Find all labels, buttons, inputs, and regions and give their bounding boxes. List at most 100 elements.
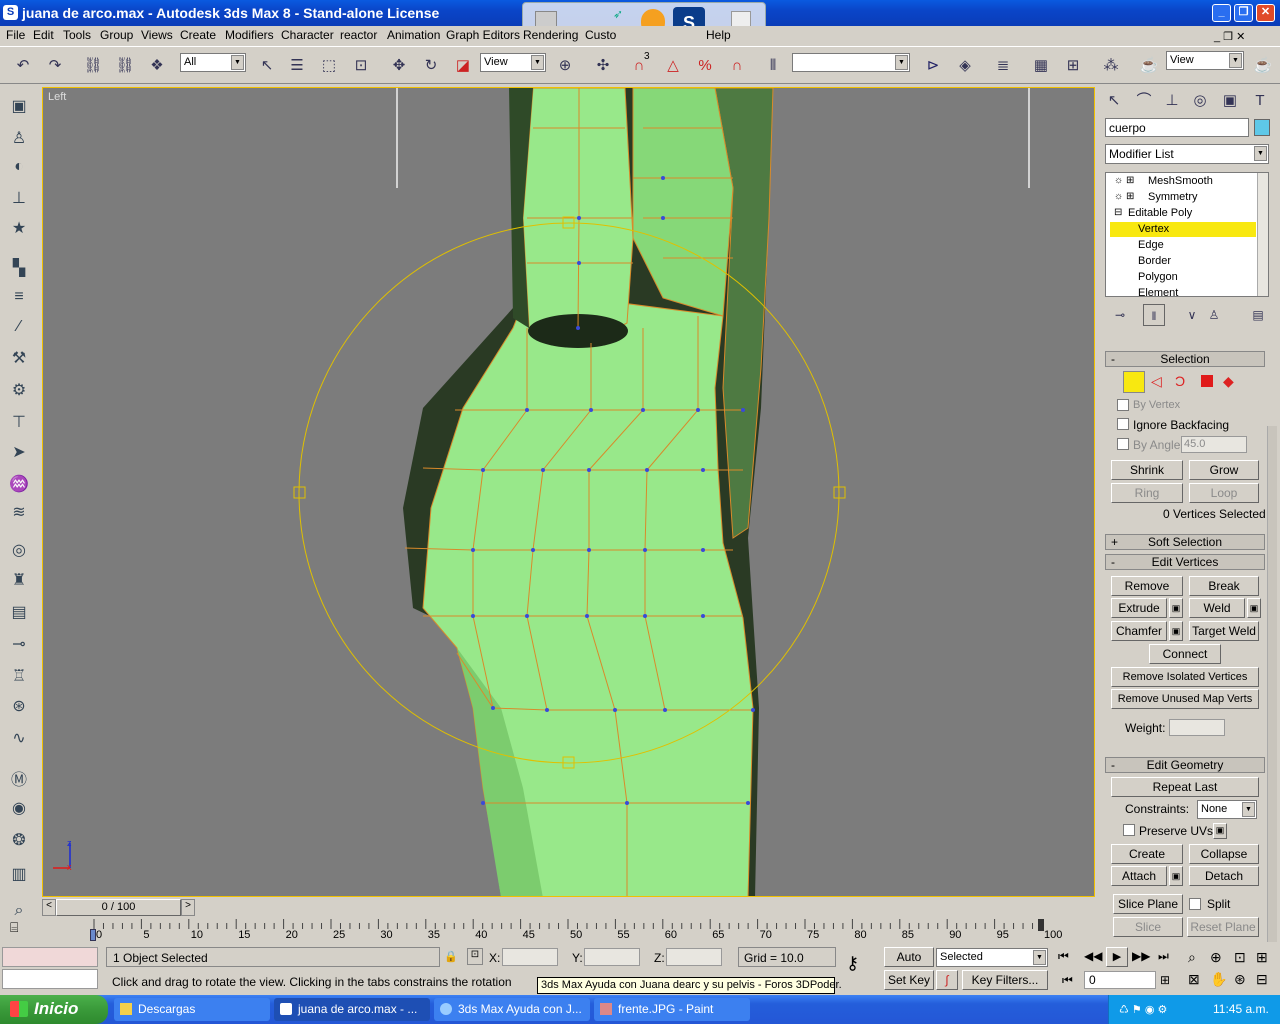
auto-key-button[interactable]: Auto Key xyxy=(884,947,934,982)
go-to-end-icon[interactable]: ⏭ xyxy=(1158,949,1169,964)
break-button[interactable]: Break xyxy=(1189,576,1259,596)
compass-icon[interactable]: ⊛ xyxy=(6,696,32,720)
mini-curve-editor-icon[interactable]: ⌸ xyxy=(10,919,34,939)
tray-icons[interactable]: ♺ ⚑ ◉ ⚙ xyxy=(1119,1003,1167,1016)
menu-modifiers[interactable]: Modifiers xyxy=(225,28,274,42)
close-button[interactable]: ✕ xyxy=(1256,4,1275,22)
time-config-icon[interactable]: ⊞ xyxy=(1160,973,1170,987)
remove-button[interactable]: Remove xyxy=(1111,576,1183,596)
window-crossing-icon[interactable]: ⊡ xyxy=(350,55,372,77)
rope-icon[interactable]: ∿ xyxy=(6,728,32,752)
undo-icon[interactable]: ↶ xyxy=(12,55,34,77)
menu-group[interactable]: Group xyxy=(100,28,133,42)
remove-isolated-vertices-button[interactable]: Remove Isolated Vertices xyxy=(1111,667,1259,687)
link-icon[interactable]: ⊸ xyxy=(6,634,32,658)
default-in-out-icon[interactable]: ∫ xyxy=(936,970,958,990)
bind-space-warp-icon[interactable]: ❖ xyxy=(146,55,168,77)
tm-icon[interactable]: Ⓜ xyxy=(6,766,32,790)
move-icon[interactable]: ✥ xyxy=(388,55,410,77)
menu-edit[interactable]: Edit xyxy=(33,28,54,42)
play-icon[interactable]: ▶ xyxy=(1106,947,1128,967)
extrude-button[interactable]: Extrude xyxy=(1111,598,1167,618)
stack-subitem-border[interactable]: Border xyxy=(1138,255,1171,267)
border-mode-icon[interactable]: Ɔ xyxy=(1175,373,1185,389)
display-tab-icon[interactable]: ▣ xyxy=(1219,90,1241,112)
vertex-mode-icon[interactable] xyxy=(1123,371,1145,393)
object-color-swatch[interactable] xyxy=(1254,119,1270,136)
ring-button[interactable]: Ring xyxy=(1111,483,1183,503)
slice-button[interactable]: Slice xyxy=(1113,917,1183,937)
create-tab-icon[interactable]: ↖ xyxy=(1103,90,1125,112)
task-3dsmax[interactable]: juana de arco.max - ... xyxy=(274,998,430,1021)
by-vertex-checkbox[interactable] xyxy=(1117,399,1129,411)
stack-subitem-polygon[interactable]: Polygon xyxy=(1138,271,1178,283)
pan-icon[interactable]: ✋ xyxy=(1210,971,1227,988)
weld-button[interactable]: Weld xyxy=(1189,598,1245,618)
pin-icon[interactable]: ⊤ xyxy=(6,412,32,436)
loop-button[interactable]: Loop xyxy=(1189,483,1259,503)
swirl-icon[interactable]: ❂ xyxy=(6,830,32,854)
zoom-icon[interactable]: ⌕ xyxy=(1188,949,1196,966)
gear-icon[interactable]: ⚙ xyxy=(6,380,32,404)
split-checkbox[interactable] xyxy=(1189,898,1201,910)
preserve-uvs-settings-button[interactable]: ▣ xyxy=(1213,823,1227,839)
angle-spinner[interactable]: 45.0 xyxy=(1181,436,1247,453)
previous-key-icon[interactable]: ◀◀ xyxy=(1084,949,1102,963)
key-mode-icon[interactable]: ⏮ xyxy=(1062,973,1073,988)
remove-unused-map-verts-button[interactable]: Remove Unused Map Verts xyxy=(1111,689,1259,709)
detach-button[interactable]: Detach xyxy=(1189,866,1259,886)
z-coordinate-field[interactable] xyxy=(666,948,722,966)
redo-icon[interactable]: ↷ xyxy=(44,55,66,77)
current-frame-field[interactable]: 0 xyxy=(1084,971,1156,989)
panel-icon[interactable]: ▥ xyxy=(6,864,32,888)
menu-character[interactable]: Character xyxy=(281,28,334,42)
chamfer-settings-button[interactable]: ▣ xyxy=(1169,621,1183,641)
polygon-mode-icon[interactable] xyxy=(1201,375,1213,387)
next-key-icon[interactable]: ▶▶ xyxy=(1132,949,1150,963)
sphere-icon[interactable]: ◐ xyxy=(6,158,32,182)
set-key-button[interactable]: Set Key xyxy=(884,970,934,990)
task-browser[interactable]: 3ds Max Ayuda con J... xyxy=(434,998,590,1021)
object-name-field[interactable]: cuerpo xyxy=(1105,118,1249,137)
select-link-icon[interactable]: ⛓ xyxy=(82,55,104,77)
task-paint[interactable]: frente.JPG - Paint xyxy=(594,998,750,1021)
time-slider-thumb[interactable]: 0 / 100 xyxy=(56,899,181,916)
figure-icon[interactable]: ♜ xyxy=(6,570,32,594)
grow-button[interactable]: Grow xyxy=(1189,460,1259,480)
zoom-extents-all-icon[interactable]: ⊡ xyxy=(1234,949,1246,966)
menu-customize[interactable]: Custo xyxy=(585,28,616,42)
viewport-left[interactable]: Left z x xyxy=(42,87,1095,897)
modify-tab-icon[interactable]: ⌒ xyxy=(1133,90,1155,112)
cloth-icon[interactable]: ♒ xyxy=(6,474,32,498)
star-icon[interactable]: ★ xyxy=(6,218,32,242)
percent-snap-icon[interactable]: % xyxy=(694,55,716,77)
schematic-view-icon[interactable]: ⊞ xyxy=(1062,55,1084,77)
lock-icon[interactable]: 🔒 xyxy=(444,950,458,963)
zoom-all-icon[interactable]: ⊕ xyxy=(1210,949,1222,966)
layer-manager-icon[interactable]: ≣ xyxy=(992,55,1014,77)
checker-icon[interactable]: ▚ xyxy=(6,258,32,282)
weld-settings-button[interactable]: ▣ xyxy=(1247,598,1261,618)
menu-tools[interactable]: Tools xyxy=(63,28,91,42)
maxscript-input[interactable] xyxy=(2,969,98,989)
reset-plane-button[interactable]: Reset Plane xyxy=(1187,917,1259,937)
menu-rendering[interactable]: Rendering xyxy=(523,28,578,42)
remove-modifier-icon[interactable]: ♙ xyxy=(1203,304,1225,326)
menu-animation[interactable]: Animation xyxy=(387,28,440,42)
stack-item[interactable]: Symmetry xyxy=(1148,191,1198,203)
menu-create[interactable]: Create xyxy=(180,28,216,42)
stack-icon[interactable]: ≡ xyxy=(6,288,32,312)
rectangular-selection-icon[interactable]: ⬚ xyxy=(318,55,340,77)
hammer-icon[interactable]: ⚒ xyxy=(6,348,32,372)
bulb-icon[interactable]: ☼ ⊞ xyxy=(1114,175,1134,186)
bone-icon[interactable]: ⁄ xyxy=(6,318,32,342)
angle-snap-icon[interactable]: △ xyxy=(662,55,684,77)
shrink-button[interactable]: Shrink xyxy=(1111,460,1183,480)
edit-named-selection-icon[interactable]: ⦀ xyxy=(762,55,784,77)
lamp-icon[interactable]: ⊥ xyxy=(6,188,32,212)
walk-icon[interactable]: ♖ xyxy=(6,666,32,690)
maximize-viewport-icon[interactable]: ⊟ xyxy=(1256,971,1268,988)
element-mode-icon[interactable]: ◆ xyxy=(1223,373,1234,390)
weight-spinner[interactable] xyxy=(1169,719,1225,736)
hierarchy-tab-icon[interactable]: ⊥ xyxy=(1161,90,1183,112)
